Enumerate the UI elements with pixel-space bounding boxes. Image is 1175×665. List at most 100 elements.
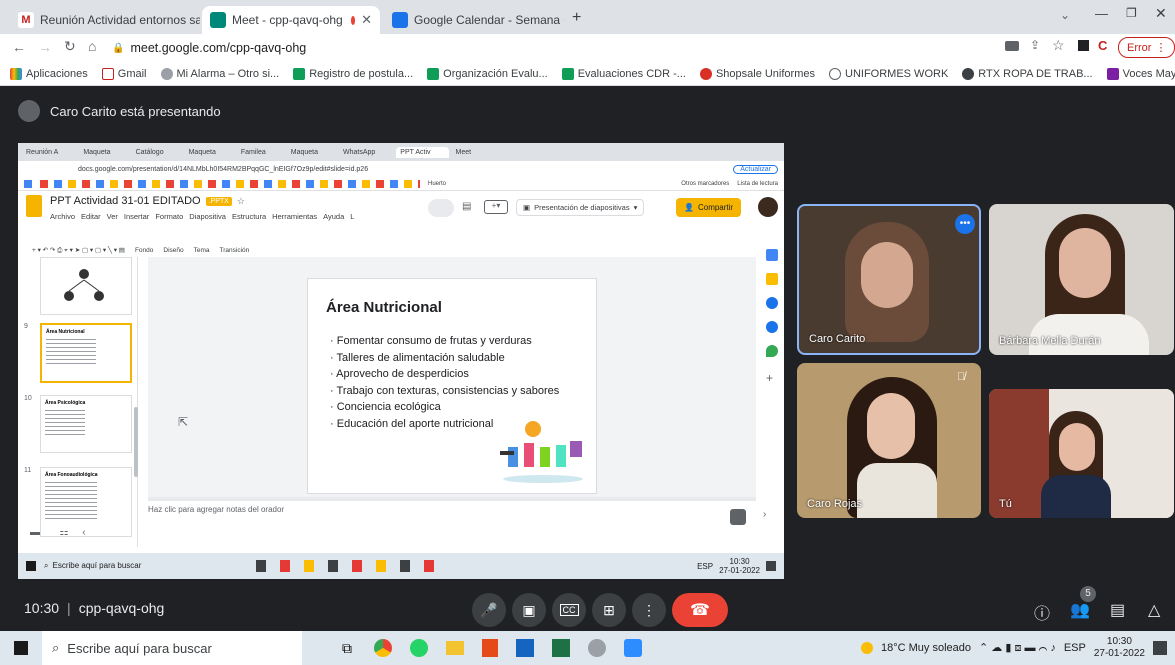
back-icon[interactable]: ← xyxy=(12,39,26,55)
explore-icon[interactable] xyxy=(730,509,746,525)
windows-start-icon[interactable] xyxy=(14,641,28,655)
participant-tile[interactable]: ••• Caro Carito xyxy=(797,204,981,355)
toolbar-transicion[interactable]: Transición xyxy=(220,247,250,254)
other-bookmarks[interactable]: Otros marcadores xyxy=(681,181,729,187)
thumbnail-10[interactable]: Área Psicológica xyxy=(40,395,132,453)
reading-list[interactable]: Lista de lectura xyxy=(737,181,778,187)
forward-icon[interactable]: → xyxy=(38,39,52,55)
notification-icon[interactable] xyxy=(766,561,776,571)
more-options-button[interactable]: ⋮ xyxy=(632,593,666,627)
share-doc-button[interactable]: 👤 Compartir xyxy=(676,198,742,217)
menu-item[interactable]: Archivo xyxy=(50,212,75,221)
task-view-icon[interactable]: ⧉ xyxy=(342,640,352,657)
present-now-button[interactable]: ⊞ xyxy=(592,593,626,627)
update-button[interactable]: Actualizar xyxy=(733,164,778,174)
menu-item[interactable]: L xyxy=(350,212,354,221)
inner-tab[interactable]: WhatsApp xyxy=(339,147,393,158)
toolbar-fondo[interactable]: Fondo xyxy=(135,247,153,254)
meet-call-chip-icon[interactable] xyxy=(428,199,454,217)
current-slide[interactable]: Área Nutricional · Fomentar consumo de f… xyxy=(307,278,597,494)
inner-search-box[interactable]: ⌕ Escribe aquí para buscar xyxy=(44,561,244,571)
notes-divider[interactable] xyxy=(148,497,756,501)
bookmark-huerto[interactable]: Huerto xyxy=(428,181,446,187)
inner-tab[interactable]: Reunión A xyxy=(22,147,76,158)
tab-search-icon[interactable]: ⌄ xyxy=(1060,8,1070,22)
info-icon[interactable]: ⓘ xyxy=(1034,600,1050,624)
mic-button[interactable]: 🎤 xyxy=(472,593,506,627)
comment-icon[interactable]: ▤ xyxy=(462,201,471,212)
participant-tile[interactable]: Bárbara Mella Durán xyxy=(989,204,1174,355)
inner-tab[interactable]: Maqueta xyxy=(287,147,336,158)
reload-icon[interactable]: ↻ xyxy=(64,38,76,55)
bookmark-item[interactable]: Shopsale Uniformes xyxy=(699,67,815,80)
leave-call-button[interactable]: ☎ xyxy=(672,593,728,627)
thumbnail-prev[interactable] xyxy=(40,257,132,315)
contacts-icon[interactable] xyxy=(766,321,778,333)
toolbar-icons[interactable]: + ▾ ↶ ↷ ⎙ ⌖ ▾ ➤ ▢ ▾ ▢ ▾ ╲ ▾ ▤ xyxy=(32,246,125,255)
menu-item[interactable]: Ver xyxy=(107,212,118,221)
inner-tab[interactable]: Familea xyxy=(237,147,284,158)
close-window-button[interactable]: ✕ xyxy=(1155,5,1167,22)
inner-tab[interactable]: Meet xyxy=(452,147,490,158)
extension-icon[interactable] xyxy=(1078,40,1089,51)
new-tab-button[interactable]: + xyxy=(572,9,581,27)
add-addon-icon[interactable]: + xyxy=(766,371,780,385)
whatsapp-icon[interactable] xyxy=(410,639,428,657)
weather-text[interactable]: 18°C Muy soleado xyxy=(881,642,971,654)
office-icon[interactable] xyxy=(482,639,498,657)
inner-tab[interactable]: Maqueta xyxy=(79,147,128,158)
taskbar-search[interactable]: ⌕ Escribe aquí para buscar xyxy=(42,631,302,665)
tab-meet[interactable]: Meet - cpp-qavq-ohg ✕ xyxy=(202,6,380,34)
bookmark-item[interactable]: Voces Mayores | Or... xyxy=(1106,67,1175,80)
maximize-button[interactable]: ❐ xyxy=(1126,6,1137,20)
expand-panel-icon[interactable]: › xyxy=(763,509,766,520)
bookmark-item[interactable]: Aplicaciones xyxy=(10,67,88,80)
share-icon[interactable]: ⇪ xyxy=(1030,38,1040,52)
menu-item[interactable]: Diapositiva xyxy=(189,212,226,221)
keep-icon[interactable] xyxy=(766,273,778,285)
bookmark-item[interactable]: Evaluaciones CDR -... xyxy=(561,67,686,80)
windows-start-icon[interactable] xyxy=(26,561,36,571)
menu-item[interactable]: Editar xyxy=(81,212,101,221)
menu-item[interactable]: Formato xyxy=(155,212,183,221)
excel-icon[interactable] xyxy=(552,639,570,657)
inner-taskbar-apps[interactable] xyxy=(256,560,436,572)
minimize-button[interactable]: — xyxy=(1095,6,1108,21)
toolbar-diseno[interactable]: Diseño xyxy=(163,247,183,254)
calendar-icon[interactable] xyxy=(766,249,778,261)
bookmark-item[interactable]: RTX ROPA DE TRAB... xyxy=(962,67,1093,80)
tab-reunion[interactable]: M Reunión Actividad entornos salud✕ xyxy=(10,6,200,34)
grid-view-icon[interactable]: ▬ ⚏ ‹ xyxy=(30,527,86,538)
maps-icon[interactable] xyxy=(766,345,778,357)
participant-tile[interactable]: Tú xyxy=(989,389,1174,518)
close-tab-icon[interactable]: ✕ xyxy=(355,12,372,28)
inner-tab[interactable]: Maqueta xyxy=(185,147,234,158)
chrome-canary-icon[interactable] xyxy=(588,639,606,657)
camera-button[interactable]: ▣ xyxy=(512,593,546,627)
add-meet-icon[interactable]: +▾ xyxy=(484,200,508,214)
thumbnail-9[interactable]: Área Nutricional xyxy=(40,323,132,383)
bookmark-item[interactable]: Organización Evalu... xyxy=(427,67,548,80)
thumbnails-scrollbar[interactable] xyxy=(134,407,138,477)
notification-center-icon[interactable] xyxy=(1153,641,1167,655)
profile-c-icon[interactable]: C xyxy=(1098,38,1107,53)
doc-title[interactable]: PPT Actividad 31-01 EDITADO xyxy=(50,195,201,207)
language-indicator[interactable]: ESP xyxy=(1064,642,1086,654)
clock[interactable]: 10:30 27-01-2022 xyxy=(1094,636,1145,660)
menu-item[interactable]: Herramientas xyxy=(272,212,317,221)
menu-item[interactable]: Insertar xyxy=(124,212,149,221)
camera-icon[interactable] xyxy=(1005,41,1019,51)
menu-item[interactable]: Estructura xyxy=(232,212,266,221)
tray-icons[interactable]: ⌃ ☁ ▮ ⧈ ▬ ⌒ ♪ xyxy=(979,641,1056,655)
url-field[interactable]: 🔒 meet.google.com/cpp-qavq-ohg xyxy=(112,38,992,58)
zoom-icon[interactable] xyxy=(624,639,642,657)
slides-logo-icon[interactable] xyxy=(26,195,42,217)
tab-calendar[interactable]: Google Calendar - Semana del 2✕ xyxy=(384,6,564,34)
captions-button[interactable]: CC xyxy=(552,593,586,627)
star-icon[interactable]: ☆ xyxy=(237,196,245,207)
home-icon[interactable]: ⌂ xyxy=(88,38,96,54)
inner-tab[interactable]: Catálogo xyxy=(132,147,182,158)
store-icon[interactable] xyxy=(516,639,534,657)
inner-tab[interactable]: PPT Activ xyxy=(396,146,449,158)
people-button[interactable]: 👥 5 xyxy=(1070,586,1096,620)
